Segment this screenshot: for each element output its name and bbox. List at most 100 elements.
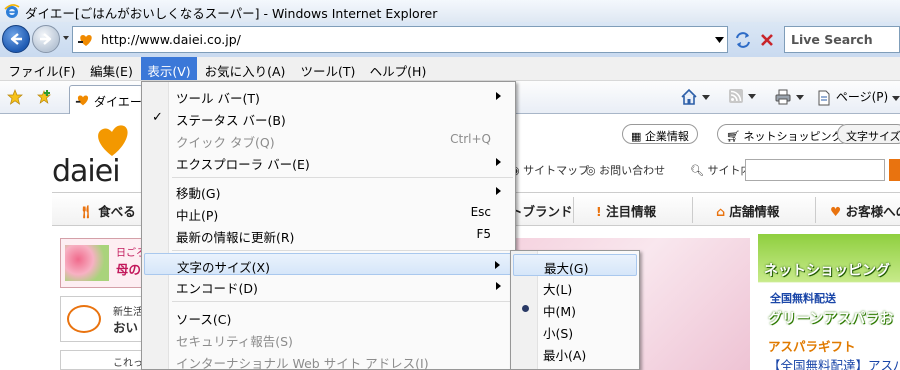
category-featured[interactable]: ! 注目情報 bbox=[596, 201, 656, 220]
category-customers[interactable]: ♥ お客様への bbox=[830, 201, 900, 220]
daiei-favicon-icon bbox=[75, 95, 89, 106]
menu-separator bbox=[172, 177, 513, 178]
feeds-button[interactable] bbox=[728, 88, 756, 108]
category-stores-label: 店舗情報 bbox=[729, 204, 780, 219]
text-size-medium-item[interactable]: 中(M) bbox=[513, 298, 637, 320]
window-title: ダイエー[ごはんがおいしくなるスーパー] - Windows Internet … bbox=[25, 6, 438, 21]
corporate-info-label: 企業情報 bbox=[644, 130, 689, 143]
promo-line2: おい bbox=[113, 320, 139, 335]
address-url[interactable]: http://www.daiei.co.jp/ bbox=[101, 32, 241, 47]
menu-item-label: インターナショナル Web サイト アドレス(I) bbox=[176, 356, 429, 370]
page-menu-label: ページ(P) bbox=[835, 90, 889, 104]
home-button[interactable] bbox=[680, 88, 710, 108]
view-toolbars-item[interactable]: ツール バー(T) bbox=[144, 85, 513, 107]
sitemap-link[interactable]: ◉ サイトマップ bbox=[510, 162, 589, 178]
view-explorer-bar-item[interactable]: エクスプローラ バー(E) bbox=[144, 151, 513, 173]
menu-separator bbox=[172, 250, 513, 251]
submenu-arrow-icon bbox=[496, 282, 501, 290]
refresh-icon[interactable] bbox=[733, 30, 753, 50]
site-search-button[interactable] bbox=[889, 159, 900, 181]
address-toolbar: http://www.daiei.co.jp/ Live Search bbox=[0, 22, 900, 57]
menu-view[interactable]: 表示(V) bbox=[141, 57, 197, 80]
chevron-down-icon bbox=[892, 95, 900, 101]
menu-separator bbox=[172, 301, 513, 302]
promo-box-3[interactable]: これっ bbox=[60, 350, 146, 370]
promo-line2: 母の bbox=[116, 262, 142, 277]
contact-link[interactable]: ◎ お問い合わせ bbox=[586, 162, 665, 178]
menu-edit[interactable]: 編集(E) bbox=[84, 57, 139, 80]
view-text-size-item[interactable]: 文字のサイズ(X) bbox=[144, 253, 513, 275]
menu-item-shortcut: Ctrl+Q bbox=[450, 132, 491, 146]
category-brand[interactable]: トブランド bbox=[510, 201, 573, 220]
net-shopping-heading: ネットショッピング bbox=[764, 263, 890, 279]
print-button[interactable] bbox=[774, 88, 804, 108]
view-go-to-item[interactable]: 移動(G) bbox=[144, 180, 513, 202]
sitemap-label: サイトマップ bbox=[523, 164, 590, 177]
category-stores[interactable]: ⌂ 店舗情報 bbox=[716, 201, 779, 220]
search-placeholder[interactable]: Live Search bbox=[791, 32, 873, 47]
back-button[interactable] bbox=[2, 25, 30, 53]
menu-help[interactable]: ヘルプ(H) bbox=[365, 57, 431, 80]
promo-box-mothers-day[interactable]: 日ごろ 母の bbox=[60, 238, 146, 288]
corporate-info-link[interactable]: ▦ 企業情報 bbox=[622, 124, 698, 144]
menu-favorites[interactable]: お気に入り(A) bbox=[199, 57, 291, 80]
menu-item-label: 大(L) bbox=[543, 282, 573, 297]
net-shopping-label: ネットショッピング bbox=[743, 130, 843, 143]
view-status-bar-item[interactable]: ✓ ステータス バー(B) bbox=[144, 107, 513, 129]
address-bar[interactable]: http://www.daiei.co.jp/ bbox=[72, 26, 728, 53]
add-favorite-icon[interactable] bbox=[36, 89, 52, 105]
text-size-submenu: 最大(G) 大(L) 中(M) 小(S) 最小(A) bbox=[510, 250, 640, 370]
title-bar: ダイエー[ごはんがおいしくなるスーパー] - Windows Internet … bbox=[0, 0, 900, 22]
menu-item-label: ソース(C) bbox=[176, 312, 232, 327]
internet-explorer-icon bbox=[4, 4, 20, 18]
home-icon bbox=[681, 88, 697, 105]
menu-item-label: 最大(G) bbox=[544, 261, 589, 276]
text-size-link[interactable]: 文字サイズの bbox=[837, 124, 900, 144]
exclamation-icon: ! bbox=[596, 204, 607, 219]
forward-button[interactable] bbox=[32, 25, 60, 53]
category-eat[interactable]: 🍴︎ 食べる bbox=[78, 201, 136, 220]
address-dropdown-icon[interactable] bbox=[715, 36, 724, 44]
recent-pages-dropdown-icon[interactable] bbox=[62, 32, 70, 44]
stop-icon[interactable] bbox=[757, 30, 777, 50]
daiei-logo[interactable]: daiei bbox=[52, 124, 132, 189]
text-size-smallest-item[interactable]: 最小(A) bbox=[513, 342, 637, 364]
menu-item-label: エクスプローラ バー(E) bbox=[176, 157, 310, 172]
magnifier-icon: 🔍︎ bbox=[690, 164, 708, 177]
tab-label: ダイエー bbox=[94, 95, 142, 109]
bullet-icon: ◎ bbox=[586, 164, 600, 177]
net-shopping-link[interactable]: 🛒︎ ネットショッピング bbox=[717, 124, 852, 144]
menu-file[interactable]: ファイル(F) bbox=[2, 57, 82, 80]
view-source-item[interactable]: ソース(C) bbox=[144, 306, 513, 328]
menu-tools[interactable]: ツール(T) bbox=[293, 57, 363, 80]
text-size-larger-item[interactable]: 大(L) bbox=[513, 276, 637, 298]
arrow-left-icon bbox=[10, 33, 22, 45]
menu-item-label: 最新の情報に更新(R) bbox=[176, 230, 295, 245]
text-size-largest-item[interactable]: 最大(G) bbox=[513, 254, 637, 276]
view-encoding-item[interactable]: エンコード(D) bbox=[144, 275, 513, 297]
daiei-heart-logo-icon bbox=[98, 125, 128, 156]
menu-item-label: 移動(G) bbox=[176, 186, 221, 201]
menu-item-shortcut: F5 bbox=[476, 227, 491, 241]
category-eat-label: 食べる bbox=[98, 204, 136, 219]
printer-icon bbox=[775, 89, 791, 105]
submenu-arrow-icon bbox=[496, 92, 501, 100]
page-menu-button[interactable]: ページ(P) bbox=[816, 88, 900, 108]
view-refresh-item[interactable]: 最新の情報に更新(R) F5 bbox=[144, 224, 513, 246]
favorites-star-icon[interactable] bbox=[7, 89, 23, 105]
arrow-right-icon bbox=[40, 33, 52, 45]
view-quick-tabs-item: クイック タブ(Q) Ctrl+Q bbox=[144, 129, 513, 151]
menu-item-label: エンコード(D) bbox=[176, 281, 258, 296]
page-icon bbox=[818, 90, 830, 105]
asparagus-gift-link[interactable]: アスパラギフト bbox=[768, 336, 856, 355]
net-shopping-panel[interactable]: ネットショッピング 全国無料配送 グリーンアスパラお アスパラギフト 【全国無料… bbox=[758, 234, 900, 370]
view-stop-item[interactable]: 中止(P) Esc bbox=[144, 202, 513, 224]
asparagus-delivery-link[interactable]: 【全国無料配達】アスパ bbox=[768, 355, 900, 370]
tab-daiei[interactable]: ダイエー bbox=[69, 85, 143, 114]
site-search-input[interactable] bbox=[745, 159, 885, 181]
search-box[interactable]: Live Search bbox=[784, 26, 900, 53]
menu-item-label: 中(M) bbox=[543, 304, 577, 319]
promo-box-new-life[interactable]: 新生活 おい bbox=[60, 296, 146, 342]
text-size-smaller-item[interactable]: 小(S) bbox=[513, 320, 637, 342]
logo-wordmark: daiei bbox=[52, 154, 121, 189]
